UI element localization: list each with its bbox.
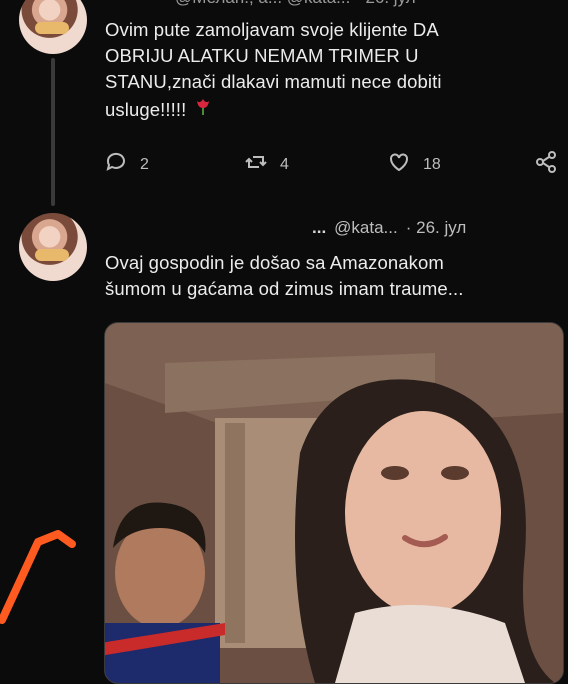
retweet-icon [244,150,268,179]
share-icon [534,150,558,179]
handle[interactable]: @kata... [334,218,398,238]
avatar[interactable] [19,0,87,54]
like-button[interactable]: 18 [387,150,441,179]
display-name-truncated[interactable]: ... [312,218,326,238]
tweet-text: Ovaj gospodin je došao sa Amazonakom šum… [105,250,464,302]
thread-connector-line [51,58,55,206]
like-icon [387,150,411,179]
tweet-meta: ... @kata... · 26. јул [312,218,466,238]
like-count: 18 [423,155,441,173]
tweet-text-line: Ovim pute zamoljavam svoje klijente DA [105,19,439,40]
photo-illustration [105,323,563,683]
timestamp[interactable]: · 26. јул [406,218,467,238]
avatar-badge [35,22,69,34]
tweet-actions: 2 4 18 [104,150,564,184]
tweet-meta-partial: @Мелан., а... @kata... · 26. јул [175,0,416,8]
tweet-text-line: šumom u gaćama od zimus imam traume... [105,278,464,299]
reply-icon [104,150,128,179]
tweet-text-line: STANU,znači dlakavi mamuti nece dobiti [105,71,442,92]
avatar[interactable] [19,213,87,281]
tweet-text-line: usluge!!!!! [105,98,187,120]
tulip-emoji-icon [192,95,214,124]
tweet-text: Ovim pute zamoljavam svoje klijente DA O… [105,17,442,124]
retweet-button[interactable]: 4 [244,150,289,179]
reply-button[interactable]: 2 [104,150,149,179]
reply-count: 2 [140,155,149,173]
retweet-count: 4 [280,155,289,173]
tweet-text-line: Ovaj gospodin je došao sa Amazonakom [105,252,444,273]
avatar-badge [35,249,69,261]
share-button[interactable] [534,150,558,179]
tweet-media-photo[interactable] [104,322,564,684]
orange-arrow-annotation [0,530,76,624]
tweet-text-line: OBRIJU ALATKU NEMAM TRIMER U [105,45,419,66]
